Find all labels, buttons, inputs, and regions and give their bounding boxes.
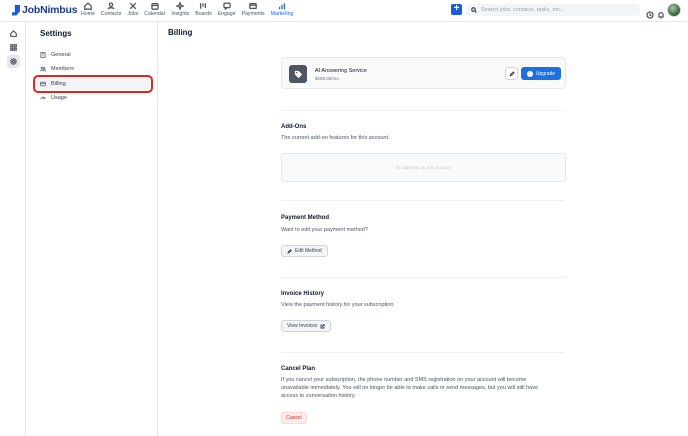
divider: [281, 200, 566, 201]
settings-title: Settings: [40, 29, 72, 38]
nav-insights[interactable]: Insights: [168, 2, 192, 17]
payment-title: Payment Method: [281, 215, 330, 221]
nav-label: Marketing: [270, 11, 294, 17]
building-icon: [40, 52, 46, 58]
payment-desc: Want to edit your payment method?: [281, 227, 368, 233]
nav-home[interactable]: Home: [78, 2, 98, 17]
nav-label: Engage: [217, 11, 236, 17]
search-bar[interactable]: [466, 4, 640, 16]
edit-method-button[interactable]: Edit Method: [281, 245, 328, 257]
history-button[interactable]: [646, 6, 654, 19]
settings-item-label: Billing: [51, 81, 66, 87]
search-icon: [471, 7, 477, 13]
view-invoices-button[interactable]: View Invoices: [281, 320, 332, 332]
upgrade-label: Upgrade: [535, 70, 556, 77]
settings-sidebar: Settings General Members Billing Usage: [27, 22, 158, 436]
tools-icon: [129, 2, 137, 10]
nav-label: Boards: [195, 11, 212, 17]
user-icon: [107, 2, 115, 10]
cancel-plan-button[interactable]: Cancel: [281, 412, 307, 424]
nav-label: Payments: [241, 11, 265, 17]
rail-home-button[interactable]: [7, 27, 20, 40]
nav-engage[interactable]: Engage: [215, 2, 239, 17]
nav-label: Home: [81, 11, 95, 17]
settings-item-billing[interactable]: Billing: [33, 75, 153, 93]
bell-icon: [658, 11, 664, 19]
nav-label: Contacts: [100, 11, 122, 17]
settings-item-usage[interactable]: Usage: [36, 92, 150, 104]
nav-jobs[interactable]: Jobs: [124, 2, 141, 17]
nav-contacts[interactable]: Contacts: [98, 2, 124, 17]
left-rail: [0, 22, 26, 436]
settings-item-members[interactable]: Members: [36, 63, 150, 75]
card-icon: [249, 2, 257, 10]
addons-desc: The current add-on features for this acc…: [281, 135, 390, 141]
nav-calendar[interactable]: Calendar: [141, 2, 168, 17]
addons-empty-text: No add-ons on this account: [396, 165, 451, 170]
nav-boards[interactable]: Boards: [192, 2, 214, 17]
divider: [281, 277, 566, 278]
tag-icon: [289, 65, 307, 83]
create-new-button[interactable]: +: [451, 4, 462, 15]
divider: [281, 110, 566, 111]
users-icon: [40, 66, 46, 72]
home-icon: [84, 2, 92, 10]
upgrade-button[interactable]: ↑ Upgrade: [521, 67, 561, 80]
addons-empty-state: No add-ons on this account: [281, 153, 566, 182]
nav-marketing[interactable]: Marketing: [268, 2, 297, 17]
pencil-icon: [509, 70, 515, 76]
nav-label: Insights: [171, 11, 190, 17]
sparkle-icon: [176, 2, 185, 10]
settings-item-general[interactable]: General: [36, 49, 150, 61]
invoices-title: Invoice History: [281, 291, 325, 297]
plan-name: AI Answering Service: [315, 68, 367, 74]
edit-method-label: Edit Method: [295, 248, 322, 254]
credit-card-icon: [40, 81, 46, 87]
logo-mark-icon: [12, 4, 20, 16]
home-icon: [10, 30, 17, 37]
view-invoices-label: View Invoices: [287, 323, 318, 329]
avatar[interactable]: [667, 3, 681, 17]
top-bar: JobNimbus Home Contacts Jobs Calendar In…: [0, 0, 688, 22]
edit-plan-button[interactable]: [505, 67, 518, 80]
rail-apps-button[interactable]: [7, 41, 20, 54]
plan-price: $299.00/mo: [315, 76, 339, 81]
external-link-icon: [321, 323, 326, 328]
app-logo[interactable]: JobNimbus: [12, 4, 78, 16]
nav-payments[interactable]: Payments: [239, 2, 268, 17]
cancel-desc: If you cancel your subscription, the pho…: [281, 377, 539, 399]
board-icon: [200, 3, 207, 9]
settings-item-label: Members: [51, 66, 74, 72]
settings-item-label: Usage: [51, 95, 67, 101]
main-nav: Home Contacts Jobs Calendar Insights Boa…: [78, 2, 296, 17]
bar-chart-icon: [279, 3, 286, 10]
plan-card: AI Answering Service $299.00/mo ↑ Upgrad…: [281, 57, 566, 89]
divider: [281, 352, 566, 353]
chat-icon: [222, 2, 231, 10]
addons-title: Add-Ons: [281, 124, 307, 130]
settings-item-label: General: [51, 52, 71, 58]
page-title: Billing: [168, 28, 193, 37]
arrow-up-icon: ↑: [526, 70, 533, 77]
nav-label: Jobs: [127, 11, 139, 17]
invoices-desc: View the payment history for your subscr…: [281, 302, 395, 308]
pencil-icon: [287, 248, 292, 254]
cancel-title: Cancel Plan: [281, 366, 316, 372]
grid-icon: [10, 44, 17, 51]
notifications-button[interactable]: [657, 6, 665, 19]
search-input[interactable]: [481, 7, 631, 13]
calendar-icon: [151, 2, 159, 10]
nav-label: Calendar: [144, 11, 166, 17]
history-icon: [646, 11, 654, 19]
gauge-icon: [40, 96, 46, 100]
app-name: JobNimbus: [22, 4, 78, 16]
gear-icon: [10, 58, 17, 65]
rail-settings-button[interactable]: [7, 55, 20, 68]
